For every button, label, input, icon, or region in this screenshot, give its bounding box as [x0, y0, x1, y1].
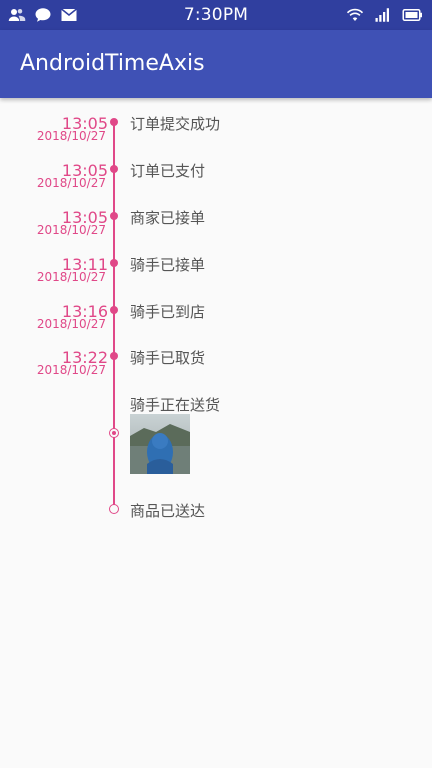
battery-icon — [402, 9, 422, 21]
timeline-dot — [110, 212, 118, 220]
timeline-label: 商家已接单 — [130, 209, 206, 227]
status-icons-right — [346, 6, 424, 24]
timeline-item: 13:05 2018/10/27 订单已支付 — [0, 162, 432, 208]
timeline-dot — [110, 306, 118, 314]
timeline-date: 2018/10/27 — [36, 363, 106, 377]
timeline-dot — [110, 352, 118, 360]
timeline-date: 2018/10/27 — [36, 223, 106, 237]
timeline-item: 13:22 2018/10/27 骑手已取货 — [0, 349, 432, 395]
timeline-item: 13:16 2018/10/27 骑手已到店 — [0, 303, 432, 349]
timeline-final-label: 商品已送达 — [130, 502, 206, 520]
status-bar: 7:30PM — [0, 0, 432, 30]
signal-icon — [375, 8, 389, 22]
timeline-dot — [110, 259, 118, 267]
app-bar: AndroidTimeAxis — [0, 30, 432, 98]
timeline-label: 骑手已取货 — [130, 349, 206, 367]
timeline-item: 13:11 2018/10/27 骑手已接单 — [0, 256, 432, 302]
timeline-dot — [110, 118, 118, 126]
timeline-label: 订单提交成功 — [130, 115, 221, 133]
timeline-date: 2018/10/27 — [36, 317, 106, 331]
timeline-date: 2018/10/27 — [36, 176, 106, 190]
delivery-photo-image — [130, 414, 190, 474]
timeline-label: 骑手已接单 — [130, 256, 206, 274]
delivery-photo[interactable] — [130, 414, 190, 474]
app-title: AndroidTimeAxis — [20, 51, 205, 76]
timeline-in-progress-label: 骑手正在送货 — [130, 396, 221, 414]
timeline-final-dot — [109, 504, 119, 514]
wifi-icon — [346, 8, 364, 21]
timeline-item: 13:05 2018/10/27 商家已接单 — [0, 209, 432, 255]
timeline-current-dot — [109, 428, 119, 438]
timeline-item: 13:05 2018/10/27 订单提交成功 — [0, 115, 432, 161]
timeline-date: 2018/10/27 — [36, 270, 106, 284]
timeline-date: 2018/10/27 — [36, 129, 106, 143]
timeline-label: 骑手已到店 — [130, 303, 206, 321]
timeline-dot — [110, 165, 118, 173]
timeline-label: 订单已支付 — [130, 162, 206, 180]
